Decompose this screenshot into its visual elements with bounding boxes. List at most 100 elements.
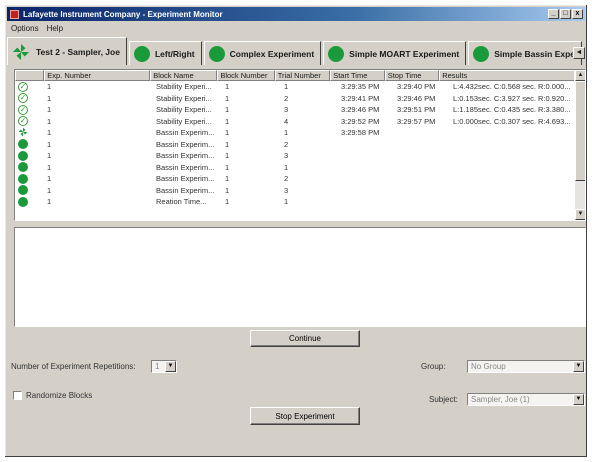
pinwheel-icon [12,43,30,60]
table-scrollbar[interactable]: ▲ ▼ [574,70,585,220]
checkmark-icon: ✓ [18,93,28,104]
repetitions-select[interactable]: 1 ▼ [151,360,177,373]
green-circle-icon [328,45,345,62]
group-select[interactable]: No Group ▼ [467,360,585,373]
cell-block: Bassin Experim... [156,128,215,138]
status-cell [15,127,45,139]
status-cell: ✓ [15,93,45,104]
cell-stop: 3:29:46 PM [397,93,436,103]
maximize-button[interactable]: □ [560,9,571,19]
menu-options[interactable]: Options [7,24,43,33]
subject-label: Subject: [429,395,458,404]
cell-exp: 1 [47,185,52,195]
cell-results: L:0.153sec. C:3.927 sec. R:0.920... [453,93,571,103]
green-circle-icon [473,45,490,62]
cell-trial: 2 [284,174,289,184]
tab-left-right[interactable]: Left/Right [128,41,202,65]
app-icon [10,9,19,19]
cell-block: Stability Experi... [156,105,212,115]
table-header: Exp. Number Block Name Block Number Tria… [15,70,585,81]
column-header[interactable]: Block Name [150,70,218,81]
checkmark-icon: ✓ [18,104,28,115]
cell-block-num: 1 [225,162,230,172]
status-cell [15,162,45,173]
minimize-button[interactable]: _ [548,9,559,19]
column-header[interactable]: Stop Time [384,70,440,81]
status-cell [15,139,45,150]
cell-trial: 2 [284,93,289,103]
cell-block-num: 1 [225,128,230,138]
column-header[interactable]: Exp. Number [44,70,151,81]
close-button[interactable]: x [572,9,583,19]
chevron-down-icon[interactable]: ▼ [573,394,584,405]
column-header[interactable]: Results [439,70,585,81]
cell-block: Reation Time... [156,197,207,207]
green-circle-icon [18,173,28,184]
table-row[interactable]: ✓ 1 Stability Experi... 1 4 3:29:52 PM 3:29:57… [15,116,585,128]
title-bar[interactable]: Lafayette Instrument Company - Experimen… [7,7,585,21]
tab-label: Simple Bassin Expe [494,48,576,59]
table-row[interactable]: 1 Reation Time... 1 1 [15,196,585,208]
chevron-down-icon[interactable]: ▼ [165,361,176,372]
menu-bar: Options Help [7,22,585,34]
table-row[interactable]: ✓ 1 Stability Experi... 1 3 3:29:46 PM 3:29:51… [15,104,585,116]
tab-simple-moart[interactable]: Simple MOART Experiment [323,41,467,65]
tab-label: Left/Right [154,48,195,59]
table-row[interactable]: ✓ 1 Stability Experi... 1 1 3:29:35 PM 3:29:40… [15,81,585,93]
column-header[interactable]: Block Number [217,70,275,81]
cell-block-num: 1 [225,105,230,115]
cell-start: 3:29:52 PM [341,116,380,126]
cell-block: Stability Experi... [156,116,212,126]
tab-scroll-left-button[interactable]: ◄ [573,47,585,59]
cell-trial: 2 [284,139,289,149]
randomize-checkbox[interactable] [13,391,22,400]
table-row[interactable]: 1 Bassin Experim... 1 2 [15,173,585,185]
cell-start: 3:29:46 PM [341,105,380,115]
cell-stop: 3:29:40 PM [397,82,436,92]
chevron-down-icon[interactable]: ▼ [573,361,584,372]
table-row[interactable]: 1 Bassin Experim... 1 2 [15,139,585,151]
subject-select[interactable]: Sampler, Joe (1) ▼ [467,393,585,406]
subject-value: Sampler, Joe (1) [471,395,530,404]
cell-block-num: 1 [225,93,230,103]
menu-help[interactable]: Help [43,24,67,33]
repetitions-value: 1 [155,362,160,371]
column-header-status[interactable] [15,70,45,81]
column-header[interactable]: Trial Number [274,70,331,81]
tab-complex-experiment[interactable]: Complex Experiment [203,41,322,65]
scroll-thumb[interactable] [575,81,585,181]
status-cell: ✓ [15,116,45,127]
scroll-down-button[interactable]: ▼ [575,209,585,220]
table-row[interactable]: 1 Bassin Experim... 1 3 [15,185,585,197]
cell-block: Bassin Experim... [156,185,215,195]
scroll-up-button[interactable]: ▲ [575,70,585,81]
table-row[interactable]: 1 Bassin Experim... 1 3 [15,150,585,162]
cell-exp: 1 [47,105,52,115]
cell-trial: 3 [284,185,289,195]
cell-block: Stability Experi... [156,93,212,103]
cell-block-num: 1 [225,197,230,207]
cell-block-num: 1 [225,185,230,195]
table-row[interactable]: 1 Bassin Experim... 1 1 3:29:58 PM [15,127,585,139]
output-panel[interactable] [14,227,586,327]
table-row[interactable]: 1 Bassin Experim... 1 1 [15,162,585,174]
cell-start: 3:29:35 PM [341,82,380,92]
cell-trial: 1 [284,197,289,207]
cell-stop: 3:29:57 PM [397,116,436,126]
tab-simple-bassin[interactable]: Simple Bassin Expe [468,41,583,65]
cell-block-num: 1 [225,174,230,184]
group-value: No Group [471,362,506,371]
cell-results: L:4.432sec. C:0.568 sec. R:0.000... [453,82,571,92]
status-cell [15,150,45,161]
column-header[interactable]: Start Time [330,70,385,81]
checkmark-icon: ✓ [18,81,28,92]
cell-stop: 3:29:51 PM [397,105,436,115]
checkmark-icon: ✓ [18,116,28,127]
continue-button[interactable]: Continue [250,330,360,347]
tab-test-2[interactable]: Test 2 - Sampler, Joe [7,37,127,65]
stop-experiment-button[interactable]: Stop Experiment [250,407,360,425]
cell-results: L:0.000sec. C:0.307 sec. R:4.693... [453,116,571,126]
table-row[interactable]: ✓ 1 Stability Experi... 1 2 3:29:41 PM 3:29:46… [15,93,585,105]
tab-label: Test 2 - Sampler, Joe [36,46,120,57]
green-circle-icon [18,196,28,207]
